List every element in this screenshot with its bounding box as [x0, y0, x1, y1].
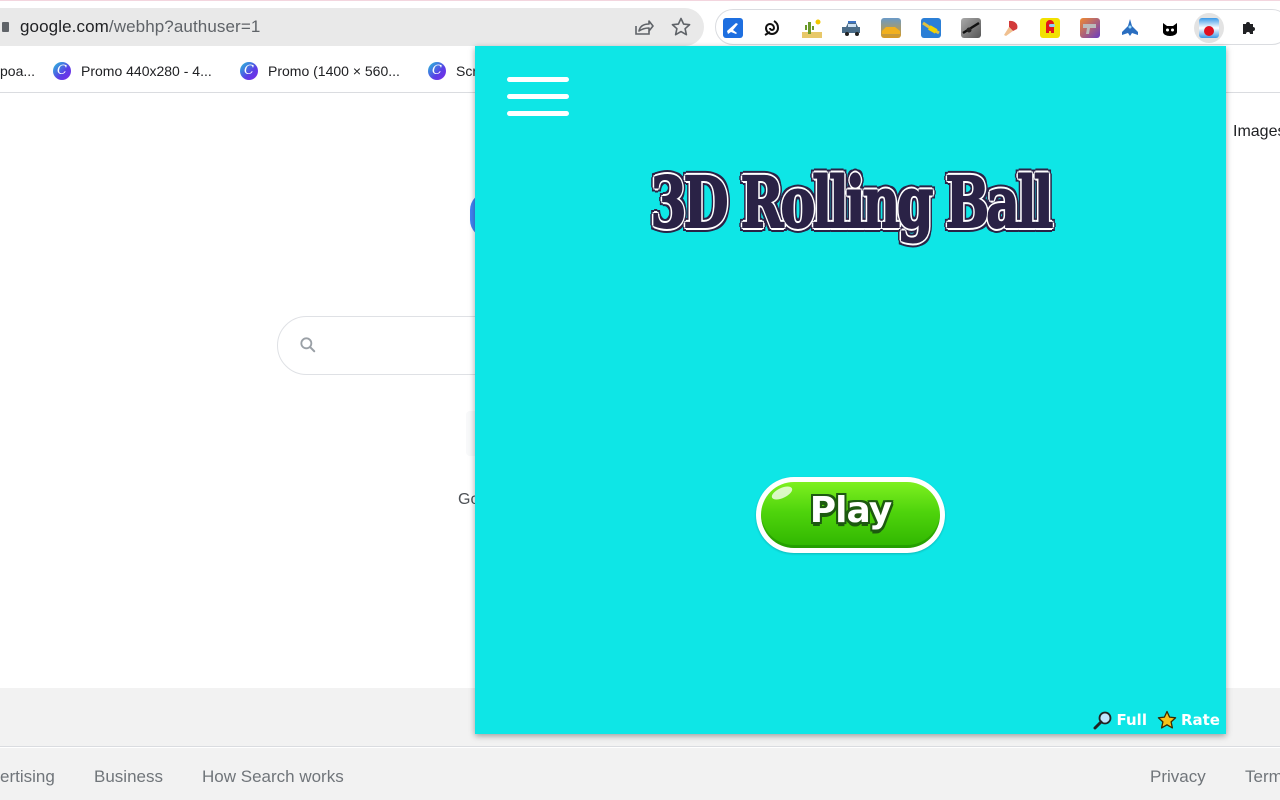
bookmark-item[interactable]: poa...	[0, 61, 35, 81]
share-icon[interactable]	[632, 16, 654, 38]
magnifier-icon	[1093, 711, 1111, 730]
images-link[interactable]: Images	[1233, 123, 1280, 141]
cat-extension-icon[interactable]	[1160, 18, 1180, 38]
game-popup: 3D Rolling Ball Play Full Rate	[475, 46, 1226, 734]
racing-car-extension-icon[interactable]	[881, 18, 901, 38]
lock-icon[interactable]	[2, 22, 9, 32]
sniper-extension-icon[interactable]	[961, 18, 981, 38]
rolling-ball-extension-icon[interactable]	[1199, 18, 1219, 38]
airplane-extension-icon[interactable]	[723, 18, 743, 38]
among-us-extension-icon[interactable]	[1040, 18, 1060, 38]
extensions-puzzle-icon[interactable]	[1239, 18, 1259, 38]
police-car-extension-icon[interactable]	[842, 18, 862, 38]
bookmark-item[interactable]: C Promo (1400 × 560...	[240, 61, 400, 81]
footer-link-advertising[interactable]: ertising	[0, 767, 55, 787]
star-icon[interactable]	[670, 16, 692, 38]
extensions-toolbar	[715, 9, 1280, 45]
bookmark-item[interactable]: C Promo 440x280 - 4...	[53, 61, 212, 81]
game-title: 3D Rolling Ball	[650, 160, 1054, 245]
address-bar[interactable]: google.com/webhp?authuser=1	[0, 8, 704, 46]
spaceship-extension-icon[interactable]	[1120, 18, 1140, 38]
canva-icon: C	[53, 62, 71, 80]
desert-cactus-extension-icon[interactable]	[802, 18, 822, 38]
canva-icon: C	[240, 62, 258, 80]
bookmark-item[interactable]: C Scr	[428, 61, 477, 81]
footer-link-privacy[interactable]: Privacy	[1150, 767, 1206, 787]
search-icon	[300, 337, 316, 353]
swirl-leaf-extension-icon[interactable]	[762, 18, 782, 38]
play-button[interactable]: Play	[756, 477, 945, 553]
play-label: Play	[809, 490, 892, 531]
full-screen-button[interactable]: Full	[1093, 710, 1147, 730]
star-icon	[1157, 710, 1177, 729]
footer-link-business[interactable]: Business	[94, 767, 163, 787]
rate-button[interactable]: Rate	[1157, 710, 1220, 730]
footer-link-how-search-works[interactable]: How Search works	[202, 767, 344, 787]
footer-links-bar	[0, 748, 1280, 800]
window-top-edge	[0, 0, 1280, 6]
canva-icon: C	[428, 62, 446, 80]
boxing-glove-extension-icon[interactable]	[1001, 18, 1021, 38]
popup-footer: Full Rate	[1093, 710, 1220, 730]
hamburger-menu-icon[interactable]	[507, 77, 569, 117]
url-text[interactable]: google.com/webhp?authuser=1	[20, 17, 260, 37]
footer-link-terms[interactable]: Term	[1245, 767, 1280, 787]
gun-extension-icon[interactable]	[1080, 18, 1100, 38]
yellow-car-extension-icon[interactable]	[921, 18, 941, 38]
